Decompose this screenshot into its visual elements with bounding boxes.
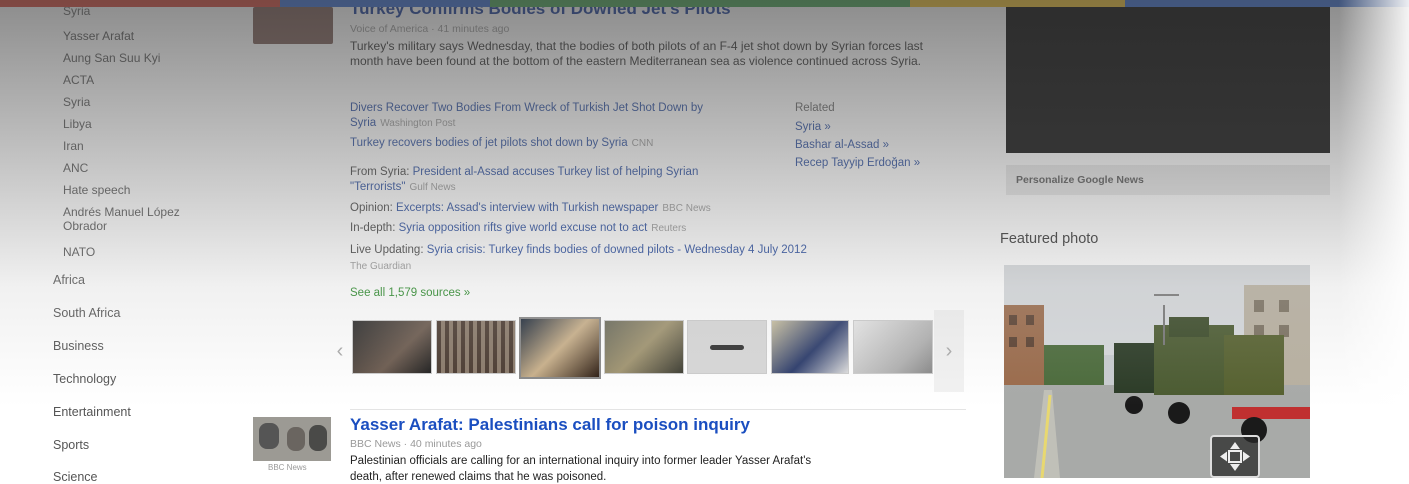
carousel-photo[interactable] bbox=[853, 320, 933, 374]
topic-link-assad[interactable]: Bashar al-Assad » bbox=[795, 139, 889, 151]
featured-photo-title: Featured photo bbox=[1000, 231, 1099, 247]
color-segment-yellow bbox=[910, 0, 1125, 7]
related-article-source: Gulf News bbox=[409, 182, 456, 193]
face-shape bbox=[287, 427, 305, 451]
story2-thumbnail-caption: BBC News bbox=[268, 463, 307, 472]
related-article[interactable]: Opinion: Excerpts: Assad's interview wit… bbox=[350, 202, 711, 214]
nav-subitem-nato[interactable]: NATO bbox=[63, 245, 95, 259]
story2-headline[interactable]: Yasser Arafat: Palestinians call for poi… bbox=[350, 415, 750, 435]
related-article-source: BBC News bbox=[662, 203, 711, 214]
related-article-label: Live Updating: bbox=[350, 244, 424, 256]
related-article[interactable]: From Syria: President al-Assad accuses T… bbox=[350, 165, 760, 195]
nav-section-entertainment[interactable]: Entertainment bbox=[53, 405, 131, 419]
carousel-photo[interactable] bbox=[436, 320, 516, 374]
nav-subitem-iran[interactable]: Iran bbox=[63, 139, 84, 153]
carousel-photo[interactable] bbox=[604, 320, 684, 374]
related-article-source: The Guardian bbox=[350, 261, 412, 272]
related-article[interactable]: Divers Recover Two Bodies From Wreck of … bbox=[350, 101, 750, 131]
related-article[interactable]: Live Updating: Syria crisis: Turkey find… bbox=[350, 242, 950, 275]
color-segment-red bbox=[0, 0, 280, 7]
nav-section-business[interactable]: Business bbox=[53, 339, 104, 353]
personalize-news-link[interactable]: Personalize Google News bbox=[1006, 165, 1330, 195]
expand-arrows-icon bbox=[1220, 442, 1250, 471]
nav-subitem-aung-san-suu-kyi[interactable]: Aung San Suu Kyi bbox=[63, 51, 160, 65]
video-player[interactable] bbox=[1006, 7, 1330, 153]
related-article-source: Washington Post bbox=[380, 118, 456, 129]
related-article-label: Opinion: bbox=[350, 202, 393, 214]
related-article[interactable]: Turkey recovers bodies of jet pilots sho… bbox=[350, 137, 653, 149]
nav-subitem-libya[interactable]: Libya bbox=[63, 117, 92, 131]
related-article[interactable]: In-depth: Syria opposition rifts give wo… bbox=[350, 222, 686, 234]
color-segment-green bbox=[490, 0, 910, 7]
left-nav: Syria Yasser Arafat Aung San Suu Kyi ACT… bbox=[0, 4, 240, 484]
google-color-bar bbox=[0, 0, 1409, 7]
related-article-title[interactable]: Excerpts: Assad's interview with Turkish… bbox=[396, 202, 658, 214]
carousel-photo-selected[interactable] bbox=[519, 317, 601, 379]
carousel-photo[interactable] bbox=[352, 320, 432, 374]
related-article-source: CNN bbox=[631, 138, 654, 149]
related-article-label: In-depth: bbox=[350, 222, 396, 234]
related-article-title[interactable]: Turkey recovers bodies of jet pilots sho… bbox=[350, 137, 628, 149]
jet-silhouette bbox=[710, 345, 744, 350]
see-all-sources-link[interactable]: See all 1,579 sources » bbox=[350, 287, 470, 299]
story2-meta: BBC News · 40 minutes ago bbox=[350, 438, 482, 450]
nav-subitem-acta[interactable]: ACTA bbox=[63, 73, 94, 87]
related-article-title[interactable]: Syria opposition rifts give world excuse… bbox=[399, 222, 648, 234]
nav-subitem-lopez-obrador[interactable]: Andrés Manuel López Obrador bbox=[63, 205, 213, 233]
featured-photo[interactable] bbox=[1004, 265, 1310, 478]
story2-snippet-line2: death, after renewed claims that he was … bbox=[350, 471, 607, 483]
carousel-photo-jet[interactable] bbox=[687, 320, 767, 374]
carousel-photo[interactable] bbox=[771, 320, 849, 374]
nav-section-science[interactable]: Science bbox=[53, 470, 97, 484]
nav-subitem-syria[interactable]: Syria bbox=[63, 95, 90, 109]
related-article-source: Reuters bbox=[651, 223, 687, 234]
nav-section-africa[interactable]: Africa bbox=[53, 273, 85, 287]
related-article-label: From Syria: bbox=[350, 166, 410, 178]
nav-section-south-africa[interactable]: South Africa bbox=[53, 306, 120, 320]
related-article-title[interactable]: Syria crisis: Turkey finds bodies of dow… bbox=[427, 244, 807, 256]
topic-link-erdogan[interactable]: Recep Tayyip Erdoğan » bbox=[795, 157, 920, 169]
color-segment-blue-2 bbox=[1125, 0, 1409, 7]
story2-thumbnail[interactable] bbox=[253, 417, 331, 461]
story-meta: Voice of America · 41 minutes ago bbox=[350, 23, 510, 35]
nav-section-technology[interactable]: Technology bbox=[53, 372, 116, 386]
google-news-page: Syria Yasser Arafat Aung San Suu Kyi ACT… bbox=[0, 0, 1409, 484]
carousel-prev-button[interactable]: ‹ bbox=[328, 310, 352, 392]
carousel-next-button[interactable]: › bbox=[934, 310, 964, 392]
face-shape bbox=[309, 425, 327, 451]
nav-subitem-hate-speech[interactable]: Hate speech bbox=[63, 183, 130, 197]
topic-link-syria[interactable]: Syria » bbox=[795, 121, 831, 133]
story-snippet: Turkey's military says Wednesday, that t… bbox=[350, 39, 924, 68]
image-carousel: ‹ › bbox=[328, 310, 964, 392]
story-thumbnail[interactable] bbox=[253, 7, 333, 44]
story-divider bbox=[350, 409, 966, 410]
color-segment-blue bbox=[280, 0, 490, 7]
face-shape bbox=[259, 423, 279, 449]
featured-photo-image bbox=[1004, 265, 1310, 478]
nav-section-sports[interactable]: Sports bbox=[53, 438, 89, 452]
nav-subitem-anc[interactable]: ANC bbox=[63, 161, 88, 175]
nav-subitem-yasser-arafat[interactable]: Yasser Arafat bbox=[63, 29, 134, 43]
related-topics-heading: Related bbox=[795, 102, 835, 114]
story2-snippet: Palestinian officials are calling for an… bbox=[350, 455, 812, 467]
expand-photo-button[interactable] bbox=[1210, 435, 1260, 478]
